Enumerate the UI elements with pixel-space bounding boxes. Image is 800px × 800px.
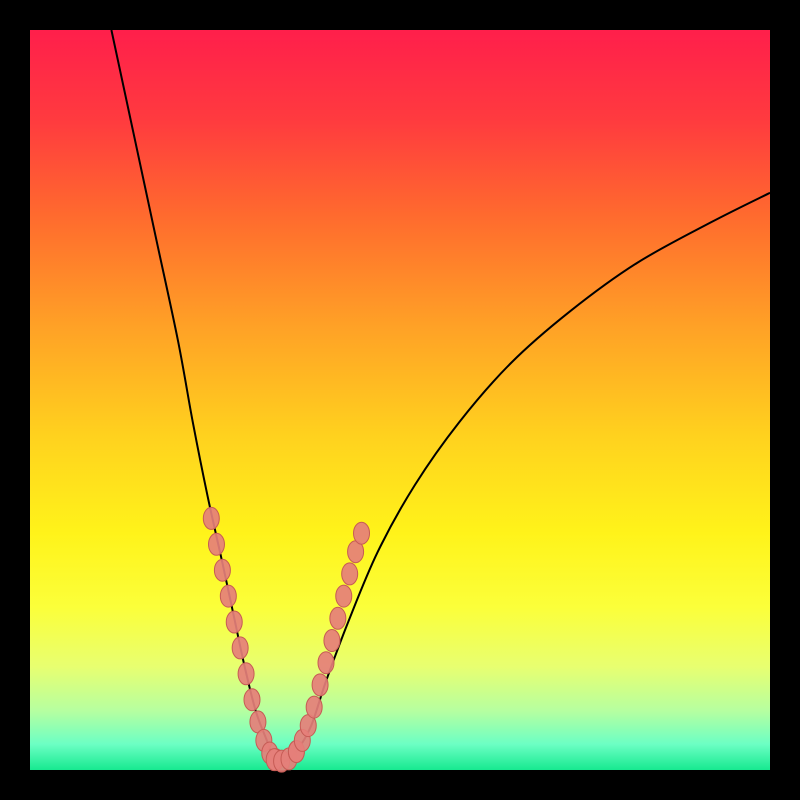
marker-point bbox=[220, 585, 236, 607]
gradient-background bbox=[30, 30, 770, 770]
marker-point bbox=[306, 696, 322, 718]
marker-point bbox=[214, 559, 230, 581]
marker-point bbox=[244, 689, 260, 711]
plot-area: TheBottleneck.com bbox=[30, 30, 770, 770]
marker-point bbox=[324, 630, 340, 652]
curve-layer bbox=[30, 30, 770, 770]
marker-point bbox=[238, 663, 254, 685]
marker-point bbox=[336, 585, 352, 607]
marker-point bbox=[312, 674, 328, 696]
chart-frame: TheBottleneck.com bbox=[0, 0, 800, 800]
marker-point bbox=[342, 563, 358, 585]
marker-point bbox=[318, 652, 334, 674]
marker-point bbox=[354, 522, 370, 544]
marker-point bbox=[203, 507, 219, 529]
marker-point bbox=[208, 533, 224, 555]
marker-point bbox=[232, 637, 248, 659]
marker-point bbox=[330, 607, 346, 629]
marker-point bbox=[226, 611, 242, 633]
